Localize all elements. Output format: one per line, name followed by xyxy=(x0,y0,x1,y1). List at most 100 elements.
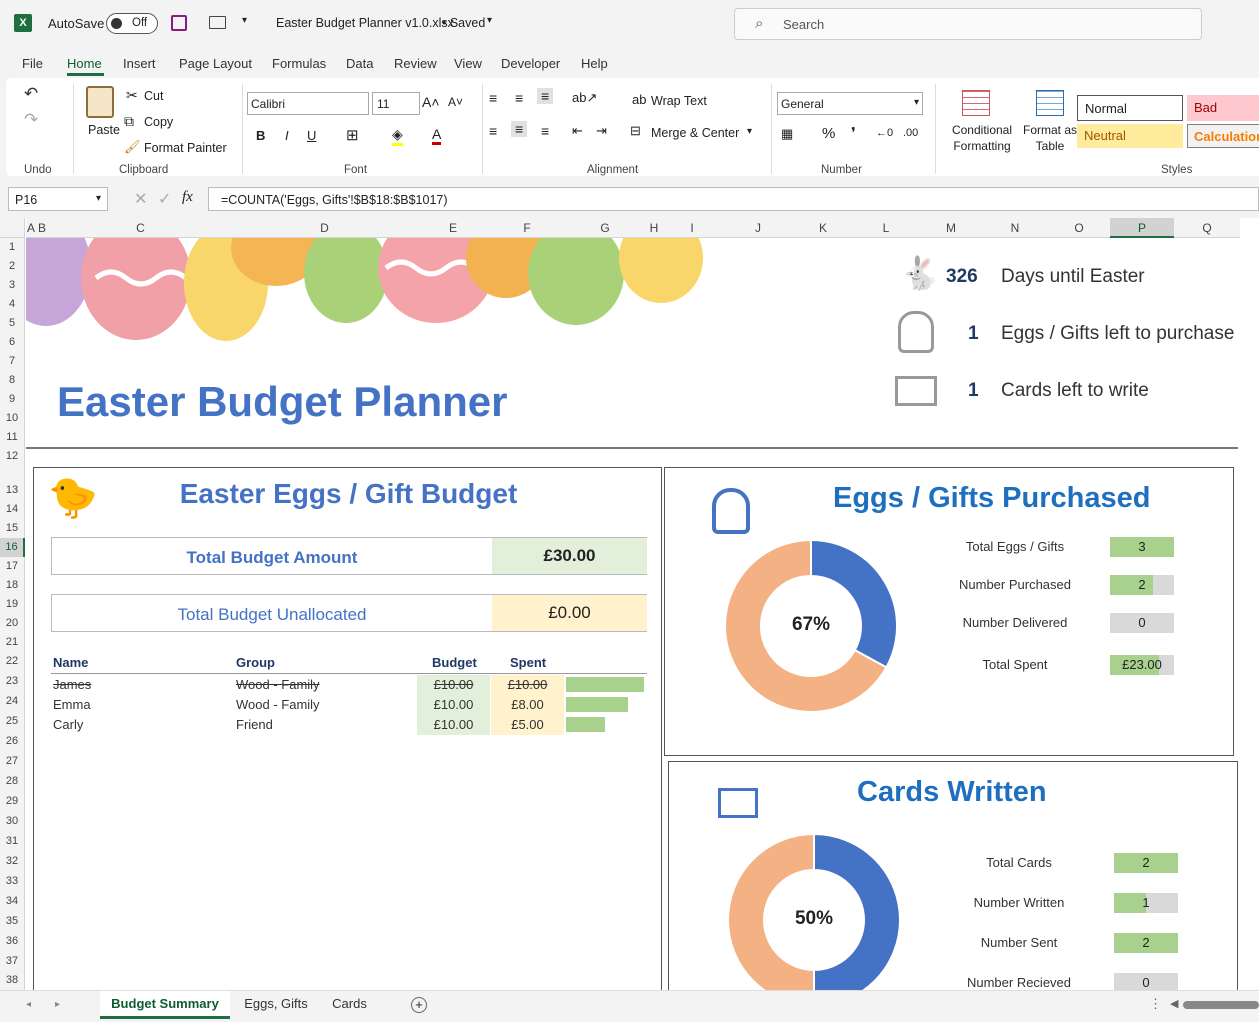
tab-insert[interactable]: Insert xyxy=(123,56,156,71)
row-header-19[interactable]: 19 xyxy=(0,595,25,614)
align-right-icon[interactable]: ≡ xyxy=(541,123,549,139)
column-header-m[interactable]: M xyxy=(920,218,982,238)
budget-cell-name[interactable]: Emma xyxy=(53,695,91,715)
tab-data[interactable]: Data xyxy=(346,56,373,71)
row-header-21[interactable]: 21 xyxy=(0,633,25,652)
format-as-table-button[interactable]: Format as Table xyxy=(1018,122,1082,154)
number-format-select[interactable]: General ▾ xyxy=(777,92,923,115)
row-header-30[interactable]: 30 xyxy=(0,811,25,831)
increase-font-icon[interactable]: A˄ xyxy=(422,94,440,110)
open-folder-icon[interactable] xyxy=(209,16,226,29)
column-header-k[interactable]: K xyxy=(794,218,852,238)
column-header-c[interactable]: C xyxy=(48,218,233,238)
row-header-6[interactable]: 6 xyxy=(0,333,25,352)
fill-color-icon[interactable]: ◈ xyxy=(392,126,403,146)
name-box[interactable]: P16 ▾ xyxy=(8,187,108,211)
borders-icon[interactable]: ⊞ xyxy=(346,126,359,144)
column-header-i[interactable]: I xyxy=(662,218,722,238)
scroll-right-icon[interactable]: ▸ xyxy=(55,999,60,1010)
undo-icon[interactable]: ↶ xyxy=(24,84,38,104)
budget-cell-spent[interactable]: £5.00 xyxy=(491,715,564,735)
stat-value-cell[interactable]: 0 xyxy=(1110,613,1174,633)
hscroll-left-icon[interactable]: ◀ xyxy=(1170,997,1178,1010)
scroll-left-icon[interactable]: ◂ xyxy=(26,999,31,1010)
budget-cell-budget[interactable]: £10.00 xyxy=(417,695,490,715)
row-header-17[interactable]: 17 xyxy=(0,557,25,576)
style-bad[interactable]: Bad xyxy=(1187,95,1259,121)
column-header-g[interactable]: G xyxy=(564,218,646,238)
row-header-38[interactable]: 38 xyxy=(0,971,25,990)
row-header-20[interactable]: 20 xyxy=(0,614,25,633)
row-header-11[interactable]: 11 xyxy=(0,428,25,447)
row-header-12[interactable]: 12 xyxy=(0,447,25,466)
column-header-d[interactable]: D xyxy=(233,218,416,238)
align-middle-icon[interactable]: ≡ xyxy=(515,90,523,106)
column-header-b[interactable]: B xyxy=(36,218,48,238)
row-header-26[interactable]: 26 xyxy=(0,731,25,751)
tab-developer[interactable]: Developer xyxy=(501,56,560,71)
row-header-18[interactable]: 18 xyxy=(0,576,25,595)
row-header-4[interactable]: 4 xyxy=(0,295,25,314)
font-name-select[interactable]: Calibri xyxy=(247,92,369,115)
column-header-j[interactable]: J xyxy=(722,218,794,238)
stat-value-cell[interactable]: 2 xyxy=(1114,933,1178,953)
tab-review[interactable]: Review xyxy=(394,56,437,71)
align-center-icon[interactable]: ≡ xyxy=(511,121,528,137)
row-header-2[interactable]: 2 xyxy=(0,257,25,276)
redo-icon[interactable]: ↷ xyxy=(24,110,38,130)
column-header-l[interactable]: L xyxy=(852,218,920,238)
budget-cell-spent[interactable]: £10.00 xyxy=(491,675,564,695)
stat-value-cell[interactable]: £23.00 xyxy=(1110,655,1174,675)
decrease-indent-icon[interactable]: ⇤ xyxy=(572,123,583,139)
row-header-13[interactable]: 13 xyxy=(0,466,25,500)
row-header-34[interactable]: 34 xyxy=(0,891,25,911)
budget-cell-budget[interactable]: £10.00 xyxy=(417,715,490,735)
style-neutral[interactable]: Neutral xyxy=(1077,124,1183,148)
merge-dropdown-icon[interactable]: ▾ xyxy=(747,126,752,137)
stat-value-cell[interactable]: 0 xyxy=(1114,973,1178,990)
qat-dropdown-icon[interactable]: ▾ xyxy=(242,15,247,26)
file-name[interactable]: Easter Budget Planner v1.0.xlsx xyxy=(276,16,454,30)
percent-icon[interactable]: % xyxy=(822,125,835,142)
column-header-o[interactable]: O xyxy=(1048,218,1110,238)
conditional-formatting-button[interactable]: Conditional Formatting xyxy=(942,122,1022,154)
font-color-icon[interactable]: A xyxy=(432,126,442,145)
row-header-33[interactable]: 33 xyxy=(0,871,25,891)
budget-cell-name[interactable]: Carly xyxy=(53,715,83,735)
column-header-a[interactable]: A xyxy=(26,218,36,238)
row-header-14[interactable]: 14 xyxy=(0,500,25,519)
format-painter-button[interactable]: Format Painter xyxy=(144,141,227,155)
cancel-icon[interactable]: ✕ xyxy=(134,189,147,209)
row-header-36[interactable]: 36 xyxy=(0,931,25,951)
unallocated-value[interactable]: £0.00 xyxy=(492,595,647,631)
row-header-5[interactable]: 5 xyxy=(0,314,25,333)
tab-page-layout[interactable]: Page Layout xyxy=(179,56,252,71)
currency-icon[interactable]: ▦ xyxy=(781,126,793,142)
merge-center-button[interactable]: Merge & Center xyxy=(651,126,739,140)
comma-icon[interactable]: ❜ xyxy=(851,124,856,142)
paste-icon[interactable] xyxy=(86,86,114,118)
column-header-p[interactable]: P xyxy=(1110,218,1174,238)
sheet-tab-eggs-gifts[interactable]: Eggs, Gifts xyxy=(236,991,316,1019)
merge-icon[interactable]: ⊟ xyxy=(630,123,641,139)
row-header-8[interactable]: 8 xyxy=(0,371,25,390)
row-header-7[interactable]: 7 xyxy=(0,352,25,371)
filename-chevron-icon[interactable]: ▾ xyxy=(487,15,492,26)
stat-value-cell[interactable]: 2 xyxy=(1114,853,1178,873)
row-header-25[interactable]: 25 xyxy=(0,711,25,731)
stat-value-cell[interactable]: 2 xyxy=(1110,575,1174,595)
wrap-text-button[interactable]: Wrap Text xyxy=(651,94,707,108)
budget-cell-group[interactable]: Wood - Family xyxy=(236,675,320,695)
sheet-tab-cards[interactable]: Cards xyxy=(322,991,377,1019)
budget-cell-group[interactable]: Wood - Family xyxy=(236,695,320,715)
row-header-27[interactable]: 27 xyxy=(0,751,25,771)
row-header-32[interactable]: 32 xyxy=(0,851,25,871)
row-header-28[interactable]: 28 xyxy=(0,771,25,791)
row-header-15[interactable]: 15 xyxy=(0,519,25,538)
decrease-decimal-icon[interactable]: .00 xyxy=(903,127,918,139)
tab-file[interactable]: File xyxy=(22,56,43,71)
row-header-29[interactable]: 29 xyxy=(0,791,25,811)
bold-button[interactable]: B xyxy=(256,128,265,143)
row-header-3[interactable]: 3 xyxy=(0,276,25,295)
conditional-formatting-icon[interactable] xyxy=(962,90,990,116)
